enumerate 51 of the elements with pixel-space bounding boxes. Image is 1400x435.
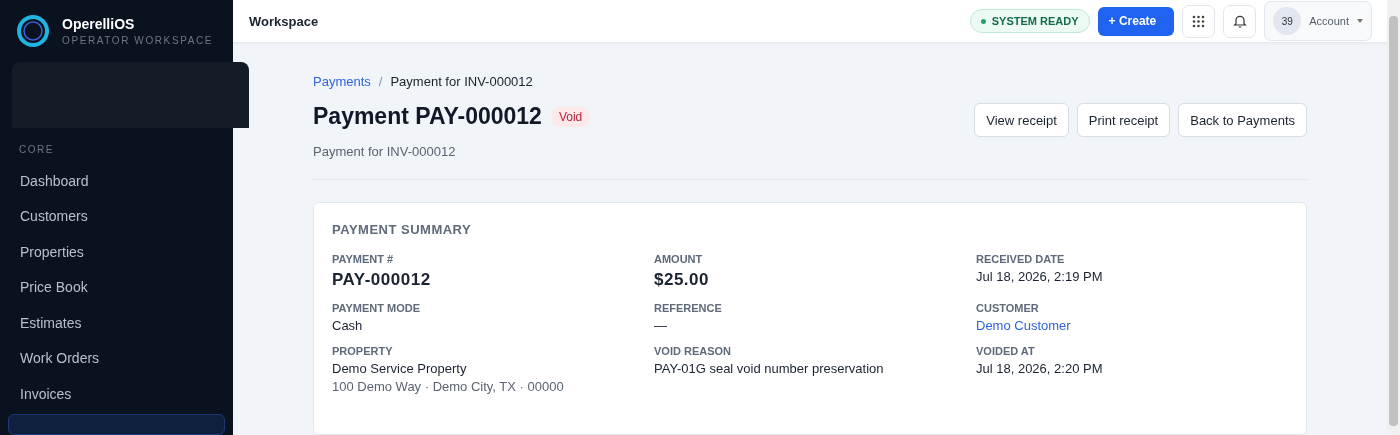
workspace-title: Workspace bbox=[249, 13, 320, 29]
field-label: VOID REASON bbox=[654, 345, 732, 357]
brand-name: OperelliOS bbox=[62, 16, 136, 32]
breadcrumb-separator: / bbox=[378, 74, 383, 89]
field-label: REFERENCE bbox=[654, 302, 723, 314]
nav-item[interactable]: Customers bbox=[0, 198, 233, 234]
action-button[interactable]: Print receipt bbox=[1076, 103, 1171, 137]
field-label: PAYMENT MODE bbox=[332, 302, 421, 314]
customer-link[interactable]: Demo Customer bbox=[976, 318, 1288, 333]
field-value: Demo Service Property bbox=[332, 361, 468, 376]
page-subtitle: Payment for INV-000012 bbox=[313, 144, 457, 159]
notifications-button[interactable] bbox=[1223, 4, 1257, 38]
field-value: Jul 18, 2026, 2:19 PM bbox=[976, 269, 1104, 284]
field-label: VOIDED AT bbox=[976, 345, 1036, 357]
grid-icon bbox=[1192, 14, 1206, 28]
field-subtext: 100 Demo Way · Demo City, TX · 00000 bbox=[332, 379, 565, 394]
nav-item[interactable]: Properties bbox=[0, 234, 233, 270]
action-button[interactable]: View receipt bbox=[974, 103, 1069, 137]
page-title: Payment PAY-000012 bbox=[313, 103, 542, 130]
account-menu[interactable]: 39 Account bbox=[1264, 1, 1372, 41]
card-title: PAYMENT SUMMARY bbox=[332, 222, 473, 237]
nav-section-label: CORE bbox=[19, 144, 55, 155]
nav-item[interactable]: Dashboard bbox=[0, 163, 233, 199]
logo-icon bbox=[16, 14, 50, 48]
create-button[interactable]: + Create bbox=[1097, 6, 1175, 36]
field-label: CUSTOMER bbox=[976, 302, 1040, 314]
bell-icon bbox=[1231, 13, 1248, 29]
breadcrumb-current: Payment for INV-000012 bbox=[390, 74, 533, 89]
field-value: Jul 18, 2026, 2:20 PM bbox=[976, 361, 1104, 376]
nav-item[interactable]: Work Orders bbox=[0, 340, 233, 376]
field-value: — bbox=[654, 318, 668, 333]
nav-item[interactable]: Price Book bbox=[0, 269, 233, 305]
nav-item[interactable]: Estimates bbox=[0, 305, 233, 341]
field-value: Cash bbox=[332, 318, 364, 333]
field-label: RECEIVED DATE bbox=[976, 253, 1066, 265]
breadcrumb-link[interactable]: Payments bbox=[313, 74, 371, 89]
field-value: PAY-01G seal void number preservation bbox=[654, 361, 885, 376]
action-button[interactable]: Back to Payments bbox=[1178, 103, 1307, 137]
nav-item[interactable]: Invoices bbox=[0, 376, 233, 412]
status-badge: Void bbox=[551, 106, 590, 127]
status-badge: SYSTEM READY bbox=[969, 9, 1090, 33]
field-label: PROPERTY bbox=[332, 345, 394, 357]
field-label: PAYMENT # bbox=[332, 253, 395, 265]
apps-button[interactable] bbox=[1182, 4, 1216, 38]
field-value: $25.00 bbox=[654, 270, 710, 290]
scrollbar[interactable] bbox=[1387, 0, 1400, 435]
avatar: 39 bbox=[1273, 7, 1302, 35]
brand-tagline: OPERATOR WORKSPACE bbox=[62, 35, 214, 46]
field-value: PAY-000012 bbox=[332, 270, 432, 290]
caret-icon bbox=[1357, 19, 1363, 23]
field-label: AMOUNT bbox=[654, 253, 704, 265]
